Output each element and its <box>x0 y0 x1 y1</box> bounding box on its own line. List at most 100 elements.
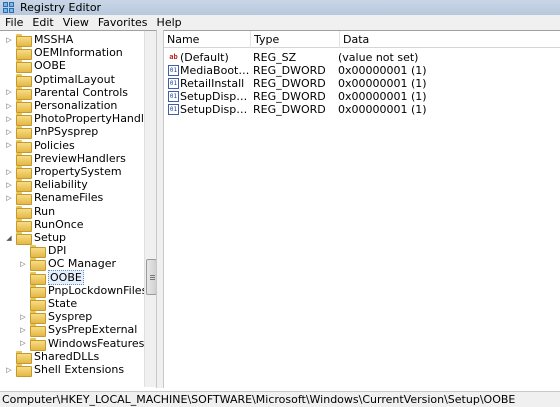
value-name-cell: 01SetupDisplayedL... <box>164 103 250 116</box>
tree-item-label: Run <box>34 204 56 218</box>
folder-icon <box>16 152 32 166</box>
value-row[interactable]: 01MediaBootInstallREG_DWORD 0x00000001 (1… <box>164 63 488 77</box>
tree-item[interactable]: ▷ Personalization <box>5 99 117 113</box>
expand-arrow-icon[interactable]: ▷ <box>5 194 13 202</box>
tree-item-label: OEMInformation <box>34 46 123 60</box>
tree-item[interactable]: ◢ Setup <box>5 231 67 245</box>
expand-arrow-icon[interactable]: ▷ <box>5 36 13 44</box>
tree-item-label: RenameFiles <box>34 191 104 205</box>
tree-item[interactable]: OOBE <box>19 269 84 285</box>
menu-file[interactable]: File <box>2 16 29 29</box>
tree-item-label: PnpLockdownFiles <box>48 283 148 297</box>
tree-item[interactable]: ▷ PnPSysprep <box>5 125 99 140</box>
expand-arrow-icon[interactable]: ▷ <box>5 115 13 123</box>
menu-help[interactable]: Help <box>154 16 188 29</box>
tree-item-label: Setup <box>34 231 67 244</box>
value-data-cell: 0x00000001 (1) <box>338 76 427 90</box>
tree-item[interactable]: OOBE <box>5 59 66 74</box>
tree-item-label: OptimalLayout <box>34 72 115 86</box>
value-row[interactable]: 01SetupDisplayedL...REG_DWORD 0x00000001 … <box>164 103 488 117</box>
expand-arrow-icon[interactable]: ▷ <box>19 313 27 321</box>
folder-icon <box>30 258 46 272</box>
folder-icon <box>16 179 32 193</box>
tree-item[interactable]: ▷ Sysprep <box>19 310 92 325</box>
value-row[interactable]: 01 RetailInstall REG_DWORD 0x00000001 (1) <box>164 76 488 90</box>
tree-item[interactable]: OptimalLayout <box>5 72 115 87</box>
expand-arrow-icon[interactable]: ▷ <box>19 260 27 268</box>
value-row[interactable]: 01SetupDisplayedE...REG_DWORD 0x00000001 … <box>164 90 488 104</box>
value-type-cell: REG_DWORD <box>253 103 326 117</box>
tree-item[interactable]: Run <box>5 204 56 219</box>
tree-item-label: Reliability <box>34 178 88 192</box>
title-bar[interactable]: Registry Editor <box>0 0 560 15</box>
value-name: RetailInstall <box>180 76 245 90</box>
tree-item-label: WindowsFeatures <box>48 336 145 350</box>
expand-arrow-icon[interactable]: ▷ <box>5 128 13 136</box>
tree-item[interactable]: ▷ Policies <box>5 139 75 153</box>
folder-icon <box>16 364 32 377</box>
folder-icon <box>16 47 32 61</box>
expand-arrow-icon[interactable]: ▷ <box>5 88 13 96</box>
column-header-data[interactable]: Data <box>340 31 560 48</box>
tree-item[interactable]: ▷ PhotoPropertyHandler <box>5 112 155 127</box>
menu-edit[interactable]: Edit <box>29 16 59 29</box>
collapse-arrow-icon[interactable]: ◢ <box>5 234 13 242</box>
tree-item[interactable]: ▷ RenameFiles <box>5 191 104 206</box>
column-header-name[interactable]: Name <box>164 31 251 48</box>
string-value-icon: ab <box>169 52 178 61</box>
tree-item[interactable]: RunOnce <box>5 218 84 232</box>
tree-item-label: PnPSysprep <box>34 125 99 139</box>
value-type-cell: REG_SZ <box>253 50 297 64</box>
folder-icon <box>16 166 32 179</box>
status-bar: Computer\HKEY_LOCAL_MACHINE\SOFTWARE\Mic… <box>0 391 560 407</box>
tree-item-label: Shell Extensions <box>34 363 125 376</box>
folder-icon <box>16 350 32 364</box>
tree-item[interactable]: ▷ Shell Extensions <box>5 363 125 377</box>
registry-tree[interactable]: ▷ MSSHA OEMInformation OOBE OptimalLayout ▷ Pa… <box>0 30 157 388</box>
tree-vertical-scrollbar[interactable] <box>144 31 156 387</box>
value-type-cell: REG_DWORD <box>253 76 326 90</box>
value-row[interactable]: ab (Default) REG_SZ (value not set) <box>164 50 488 64</box>
binary-value-icon: 01 <box>168 77 179 89</box>
tree-item-label: MSSHA <box>34 33 74 46</box>
tree-item[interactable]: ▷ WindowsFeatures <box>19 336 145 351</box>
tree-item[interactable]: SharedDLLs <box>5 349 100 364</box>
tree-item[interactable]: PnpLockdownFiles <box>19 283 148 298</box>
tree-item[interactable]: ▷ SysPrepExternal <box>19 323 137 338</box>
tree-item[interactable]: ▷ PropertySystem <box>5 165 122 179</box>
menu-favorites[interactable]: Favorites <box>95 16 154 29</box>
values-list[interactable]: Name Type Data ab (Default) REG_SZ (value n… <box>163 30 560 388</box>
expand-arrow-icon[interactable]: ▷ <box>5 141 13 149</box>
folder-icon <box>30 298 46 311</box>
tree-item[interactable]: OEMInformation <box>5 46 123 61</box>
menu-view[interactable]: View <box>60 16 95 29</box>
column-header-type[interactable]: Type <box>251 31 340 48</box>
expand-arrow-icon[interactable]: ▷ <box>5 102 13 110</box>
tree-item[interactable]: DPI <box>19 244 66 259</box>
tree-item[interactable]: PreviewHandlers <box>5 152 126 166</box>
tree-item[interactable]: ▷ MSSHA <box>5 33 74 47</box>
expand-arrow-icon[interactable]: ▷ <box>5 366 13 374</box>
expand-arrow-icon[interactable]: ▷ <box>5 181 13 189</box>
expand-arrow-icon[interactable]: ▷ <box>19 326 27 334</box>
expand-arrow-icon[interactable]: ▷ <box>19 339 27 347</box>
folder-icon <box>30 337 46 351</box>
tree-item-label: SharedDLLs <box>34 349 100 363</box>
scrollbar-thumb[interactable] <box>146 259 156 295</box>
registry-editor-icon <box>3 1 16 14</box>
tree-item[interactable]: ▷ Parental Controls <box>5 85 128 100</box>
tree-item[interactable]: State <box>19 297 77 311</box>
binary-value-icon: 01 <box>168 91 179 103</box>
tree-item[interactable]: ▷ Reliability <box>5 178 88 193</box>
expand-arrow-icon[interactable]: ▷ <box>5 168 13 176</box>
value-name-cell: 01SetupDisplayedE... <box>164 90 250 103</box>
tree-item-label: Parental Controls <box>34 85 128 99</box>
folder-icon <box>30 311 46 325</box>
tree-item[interactable]: ▷ OC Manager <box>19 257 116 272</box>
folder-icon <box>16 192 32 206</box>
